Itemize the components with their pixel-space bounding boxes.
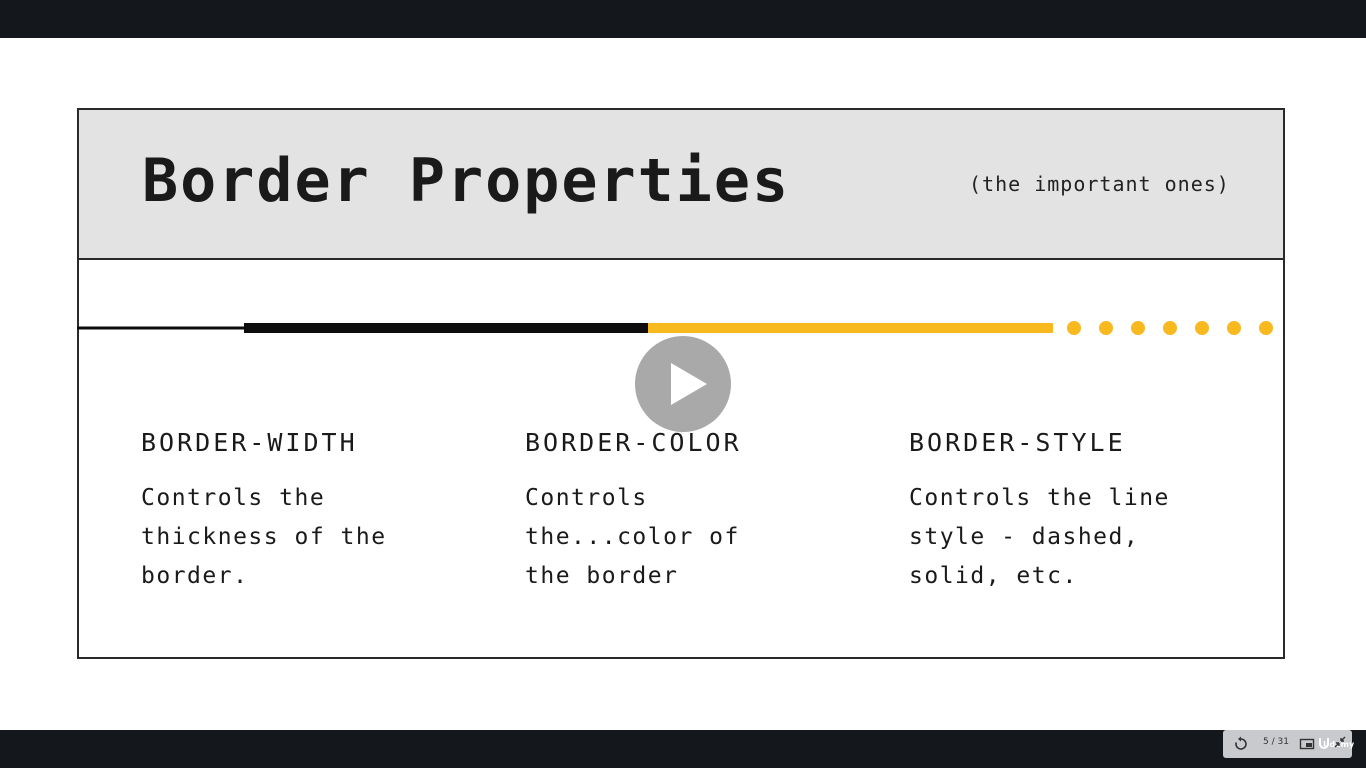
replay-icon[interactable]	[1233, 736, 1249, 752]
column-border-color: BORDER-COLOR Controls the...color of the…	[525, 428, 865, 596]
column-border-style: BORDER-STYLE Controls the line style - d…	[909, 428, 1249, 596]
slide-header: Border Properties (the important ones)	[79, 110, 1283, 260]
play-button[interactable]	[635, 336, 731, 432]
column-body: Controls the thickness of the border.	[141, 485, 387, 589]
column-heading: BORDER-WIDTH	[141, 428, 358, 457]
border-demo-lines	[77, 321, 1273, 335]
play-icon	[671, 363, 707, 405]
picture-in-picture-icon[interactable]	[1299, 736, 1315, 752]
player-controls: 5 / 31 Udemy	[1223, 730, 1354, 758]
column-body: Controls the...color of the border	[525, 485, 740, 589]
column-body: Controls the line style - dashed, solid,…	[909, 485, 1170, 589]
slide-subtitle: (the important ones)	[969, 172, 1230, 196]
column-border-width: BORDER-WIDTH Controls the thickness of t…	[141, 428, 481, 596]
collapse-icon[interactable]	[1333, 735, 1347, 749]
dotted-yellow-line	[1067, 321, 1273, 335]
slide-title: Border Properties	[142, 146, 791, 216]
column-heading: BORDER-STYLE	[909, 428, 1126, 457]
column-heading: BORDER-COLOR	[525, 428, 742, 457]
page-counter: 5 / 31	[1263, 737, 1289, 747]
